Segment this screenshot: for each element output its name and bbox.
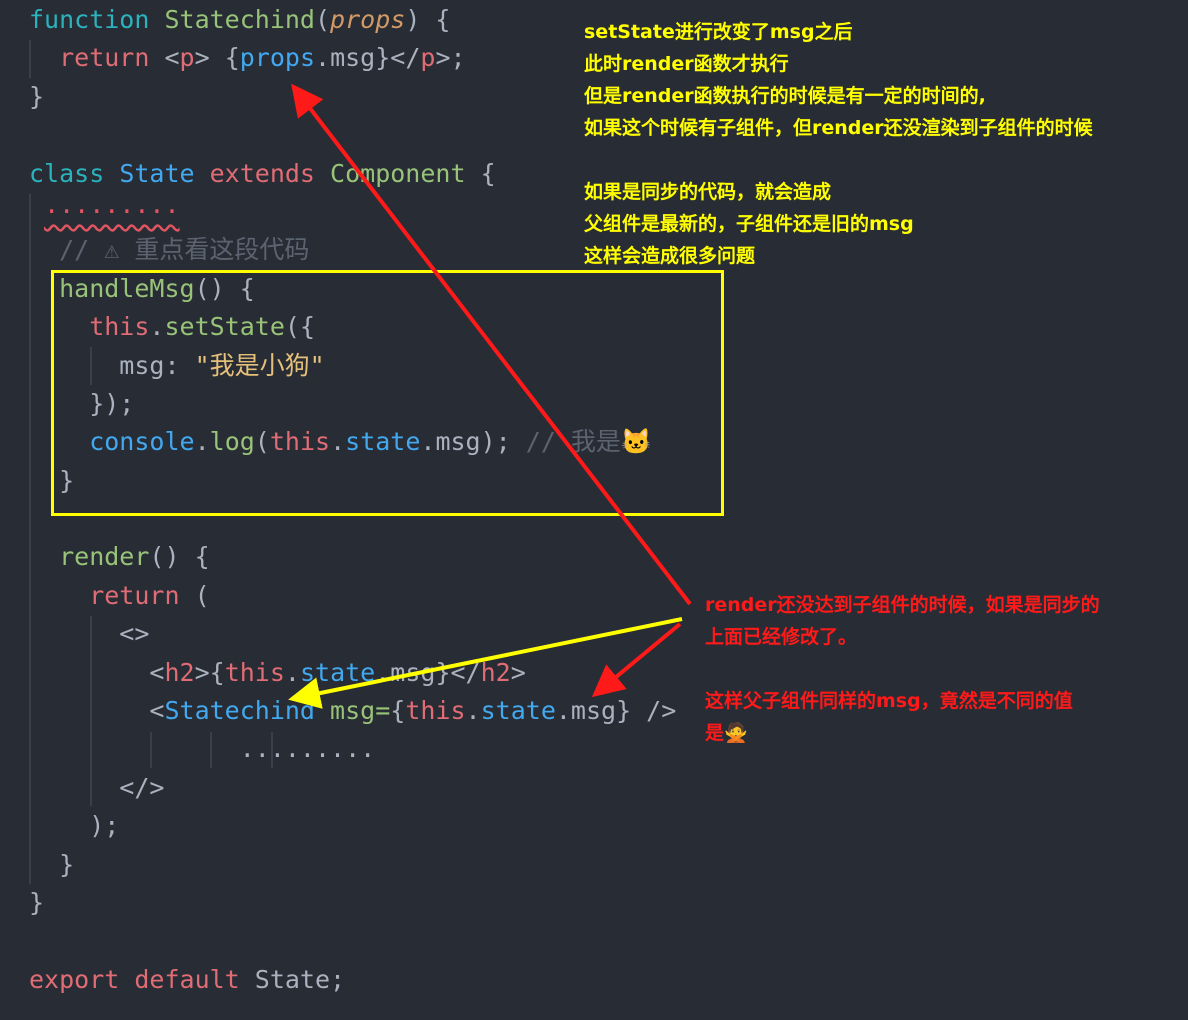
red-annotation: render还没达到子组件的时候，如果是同步的 上面已经修改了。 这样父子组件同…: [705, 594, 1100, 744]
yellow-annotation: setState进行改变了msg之后 此时render函数才执行 但是rende…: [584, 21, 1093, 267]
yellow-arrow-to-statechind: [288, 617, 683, 709]
